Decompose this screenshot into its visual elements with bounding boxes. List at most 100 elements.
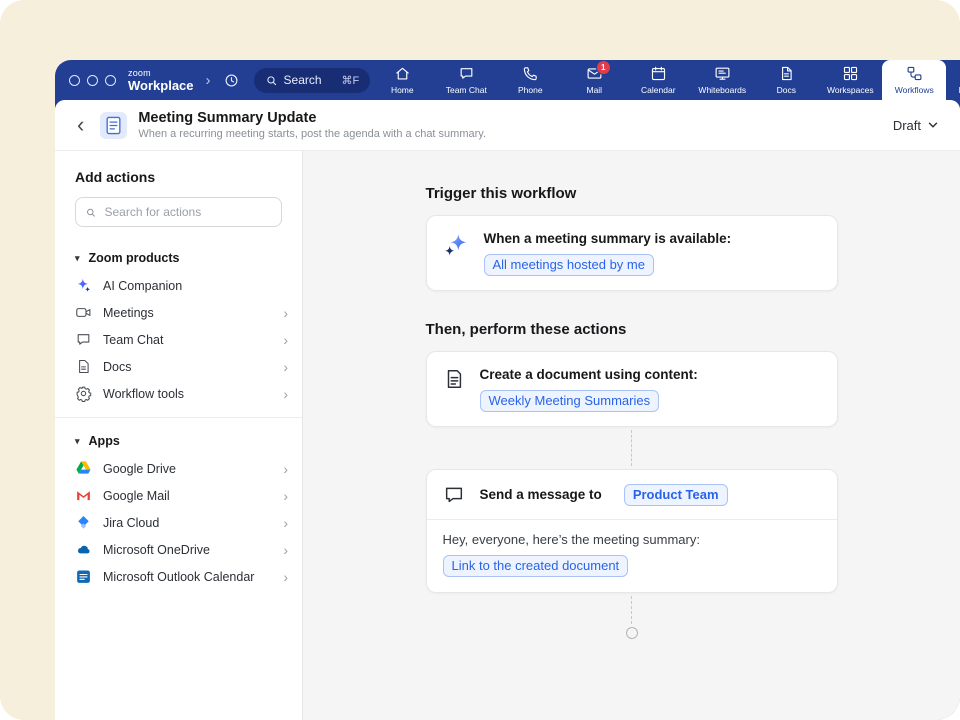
onedrive-icon xyxy=(75,541,93,558)
gear-icon xyxy=(75,385,93,402)
section-zoom-products: ▾ Zoom products AI Companion Meetings › xyxy=(55,243,302,407)
sidebar-item-google-drive[interactable]: Google Drive › xyxy=(55,455,302,482)
page-title: Meeting Summary Update xyxy=(138,110,486,126)
zoom-workplace-logo: zoom Workplace xyxy=(128,69,194,92)
google-mail-icon xyxy=(75,487,93,504)
nav-more[interactable]: More xyxy=(946,60,960,100)
actions-heading: Then, perform these actions xyxy=(426,321,838,338)
sidebar-divider xyxy=(55,417,302,418)
global-search[interactable]: Search ⌘F xyxy=(254,68,371,93)
chat-bubble-icon xyxy=(443,484,465,506)
workflow-title-block: Meeting Summary Update When a recurring … xyxy=(138,110,486,140)
search-icon xyxy=(85,206,97,219)
add-step-node[interactable] xyxy=(626,627,638,639)
workflows-icon xyxy=(906,65,923,82)
search-label: Search xyxy=(284,73,322,87)
screen: zoom Workplace › Search ⌘F Home xyxy=(0,0,960,720)
workspaces-icon xyxy=(842,65,859,82)
workflow-avatar-icon xyxy=(100,112,127,139)
primary-nav: Home Team Chat Phone 1 Mail xyxy=(370,60,960,100)
send-message-card[interactable]: Send a message to Product Team Hey, ever… xyxy=(426,469,838,593)
sidebar-item-ai-companion[interactable]: AI Companion xyxy=(55,272,302,299)
message-body-text: Hey, everyone, here’s the meeting summar… xyxy=(443,532,821,547)
workflow-canvas: Trigger this workflow When a meeting sum… xyxy=(303,151,960,720)
chevron-right-icon: › xyxy=(283,489,288,503)
nav-team-chat[interactable]: Team Chat xyxy=(434,60,498,100)
sidebar-title: Add actions xyxy=(55,169,302,185)
sidebar-item-meetings[interactable]: Meetings › xyxy=(55,299,302,326)
message-link-pill[interactable]: Link to the created document xyxy=(443,555,629,577)
status-dropdown[interactable]: Draft xyxy=(893,118,938,133)
trigger-scope-pill[interactable]: All meetings hosted by me xyxy=(484,254,654,276)
flow-connector xyxy=(631,430,632,466)
section-header-apps[interactable]: ▾ Apps xyxy=(55,426,302,455)
nav-whiteboards[interactable]: Whiteboards xyxy=(690,60,754,100)
search-icon xyxy=(265,74,278,87)
search-input[interactable] xyxy=(103,204,273,220)
sidebar-item-workflow-tools[interactable]: Workflow tools › xyxy=(55,380,302,407)
chevron-right-icon: › xyxy=(283,516,288,530)
nav-workflows[interactable]: Workflows xyxy=(882,60,946,100)
calendar-icon xyxy=(650,65,667,82)
section-apps: ▾ Apps Google Drive › Google Mail › xyxy=(55,426,302,590)
home-icon xyxy=(394,65,411,82)
document-icon xyxy=(443,368,465,390)
chevron-down-icon xyxy=(928,121,938,129)
content-sheet: ‹ Meeting Summary Update When a recurrin… xyxy=(55,100,960,720)
meetings-icon xyxy=(75,304,93,321)
app-window: zoom Workplace › Search ⌘F Home xyxy=(55,60,960,720)
sidebar-item-team-chat[interactable]: Team Chat › xyxy=(55,326,302,353)
top-navbar: zoom Workplace › Search ⌘F Home xyxy=(55,60,960,100)
sidebar-item-google-mail[interactable]: Google Mail › xyxy=(55,482,302,509)
message-recipient-pill[interactable]: Product Team xyxy=(624,484,728,506)
sidebar-item-jira-cloud[interactable]: Jira Cloud › xyxy=(55,509,302,536)
chevron-right-icon: › xyxy=(283,543,288,557)
caret-down-icon: ▾ xyxy=(75,253,80,264)
send-message-text: Send a message to xyxy=(480,487,602,502)
whiteboards-icon xyxy=(714,65,731,82)
document-content-pill[interactable]: Weekly Meeting Summaries xyxy=(480,390,660,412)
nav-docs[interactable]: Docs xyxy=(754,60,818,100)
create-document-text: Create a document using content: xyxy=(480,367,698,382)
google-drive-icon xyxy=(75,460,93,477)
phone-icon xyxy=(522,65,539,82)
trigger-text: When a meeting summary is available: xyxy=(484,231,732,246)
team-chat-icon xyxy=(458,65,475,82)
nav-workspaces[interactable]: Workspaces xyxy=(818,60,882,100)
outlook-calendar-icon xyxy=(75,568,93,585)
section-header-zoom-products[interactable]: ▾ Zoom products xyxy=(55,243,302,272)
chevron-right-icon: › xyxy=(283,306,288,320)
mail-badge: 1 xyxy=(596,60,611,75)
ai-sparkle-icon xyxy=(443,232,469,258)
chevron-right-icon[interactable]: › xyxy=(206,72,211,89)
sidebar-item-docs[interactable]: Docs › xyxy=(55,353,302,380)
docs-icon xyxy=(75,358,93,375)
actions-search[interactable] xyxy=(75,197,282,227)
chevron-right-icon: › xyxy=(283,462,288,476)
nav-calendar[interactable]: Calendar xyxy=(626,60,690,100)
flow-connector xyxy=(631,596,632,624)
status-badge: Draft xyxy=(893,118,921,133)
sidebar-item-microsoft-onedrive[interactable]: Microsoft OneDrive › xyxy=(55,536,302,563)
actions-sidebar: Add actions ▾ Zoom products AI Companion xyxy=(55,151,303,720)
chevron-right-icon: › xyxy=(283,333,288,347)
team-chat-icon xyxy=(75,331,93,348)
back-button[interactable]: ‹ xyxy=(77,115,84,135)
sidebar-item-microsoft-outlook-calendar[interactable]: Microsoft Outlook Calendar › xyxy=(55,563,302,590)
chevron-right-icon: › xyxy=(283,387,288,401)
history-icon[interactable] xyxy=(223,72,240,89)
trigger-card[interactable]: When a meeting summary is available: All… xyxy=(426,215,838,291)
nav-phone[interactable]: Phone xyxy=(498,60,562,100)
jira-icon xyxy=(75,514,93,531)
nav-home[interactable]: Home xyxy=(370,60,434,100)
caret-down-icon: ▾ xyxy=(75,436,80,447)
chevron-right-icon: › xyxy=(283,360,288,374)
trigger-heading: Trigger this workflow xyxy=(426,185,838,202)
window-controls[interactable] xyxy=(69,75,116,86)
page-subtitle: When a recurring meeting starts, post th… xyxy=(138,128,486,140)
nav-mail[interactable]: 1 Mail xyxy=(562,60,626,100)
workflow-header: ‹ Meeting Summary Update When a recurrin… xyxy=(55,100,960,151)
create-document-card[interactable]: Create a document using content: Weekly … xyxy=(426,351,838,427)
docs-icon xyxy=(778,65,795,82)
ai-companion-icon xyxy=(75,277,93,294)
